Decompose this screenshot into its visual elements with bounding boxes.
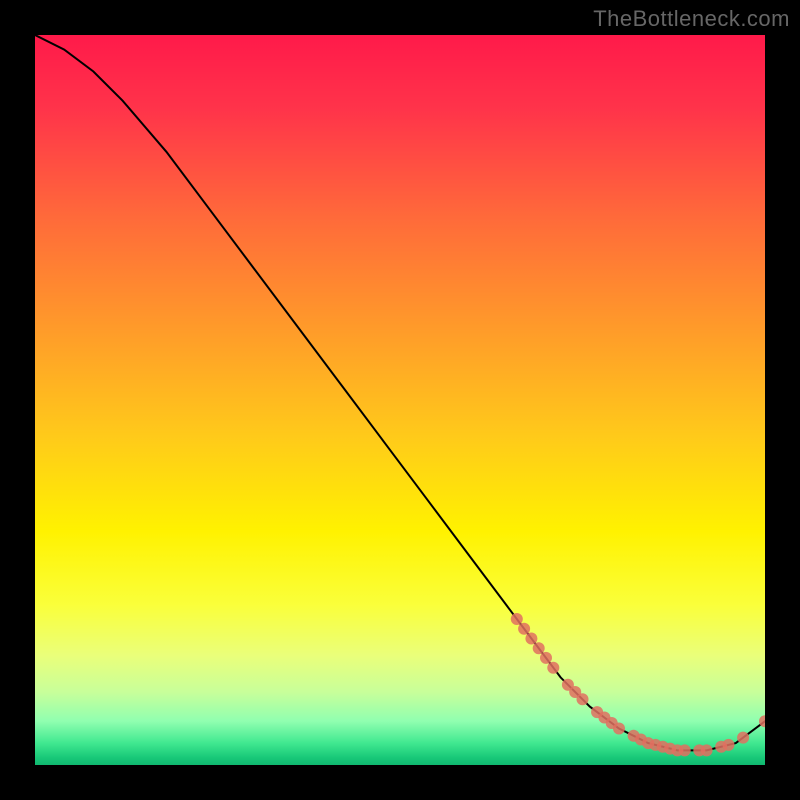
curve-marker [701,744,713,756]
chart-container: TheBottleneck.com [0,0,800,800]
curve-path [35,35,765,750]
curve-marker [518,623,530,635]
curve-marker [613,723,625,735]
curve-marker [737,732,749,744]
plot-area [35,35,765,765]
curve-marker [511,613,523,625]
curve-marker [547,662,559,674]
curve-marker [533,642,545,654]
bottleneck-curve [35,35,765,765]
curve-marker [577,693,589,705]
curve-marker [540,652,552,664]
curve-marker [723,739,735,751]
watermark-text: TheBottleneck.com [593,6,790,32]
curve-marker [525,633,537,645]
curve-marker [679,744,691,756]
